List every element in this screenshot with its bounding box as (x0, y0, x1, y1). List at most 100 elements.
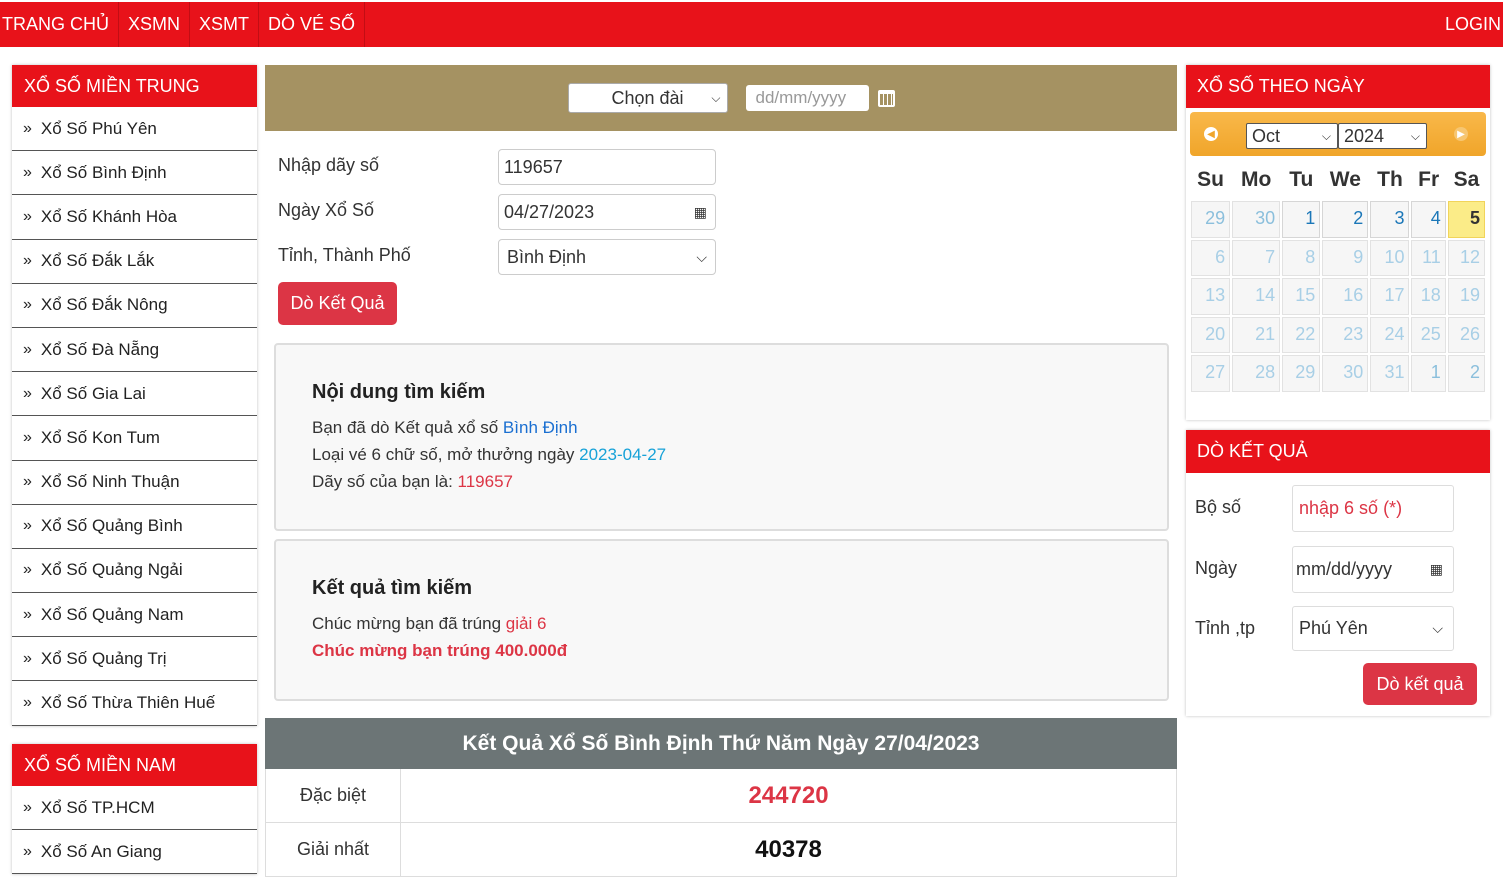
calendar-day[interactable]: 2 (1322, 201, 1369, 238)
prize-name: giải 6 (505, 614, 547, 633)
sidebar-item[interactable]: » Xổ Số An Giang (12, 830, 257, 875)
month-select[interactable]: Oct ⌵ (1246, 123, 1338, 149)
calendar-day[interactable]: 1 (1411, 355, 1446, 392)
prize-number: 40378 (755, 835, 822, 863)
calendar-day[interactable]: 25 (1411, 316, 1446, 354)
calendar-day[interactable]: 29 (1191, 201, 1231, 238)
text: Loại vé 6 chữ số, mở thưởng ngày (312, 445, 580, 464)
year-select[interactable]: 2024 ⌵ (1338, 123, 1427, 149)
calendar-day[interactable]: 30 (1322, 355, 1369, 392)
nav-home[interactable]: TRANG CHỦ (0, 2, 119, 47)
raquo-icon: » (23, 252, 32, 270)
weekday-label: Th (1377, 168, 1403, 191)
sidebar-item-label: Xổ Số Thừa Thiên Huế (40, 693, 216, 713)
number-input[interactable]: 119657 (498, 149, 716, 185)
calendar-icon[interactable]: ▦ (694, 204, 707, 221)
raquo-icon: » (23, 605, 32, 623)
calendar-day[interactable]: 7 (1232, 239, 1281, 277)
sidebar-item-label: Xổ Số Quảng Trị (40, 648, 167, 668)
raquo-icon: » (23, 517, 32, 535)
quick-check-submit[interactable]: Dò kết quả (1363, 663, 1477, 705)
next-month-icon[interactable]: ▶ (1454, 127, 1468, 141)
province-select[interactable]: Bình Định ⌵ (498, 239, 716, 275)
calendar-day[interactable]: 17 (1370, 278, 1410, 315)
sidebar-item[interactable]: » Xổ Số Quảng Bình (12, 505, 257, 549)
sidebar-item-label: Xổ Số Quảng Bình (40, 516, 183, 536)
province-label: Tỉnh ,tp (1195, 618, 1256, 638)
station-select[interactable]: Chọn đài ⌵ (567, 83, 728, 113)
calendar-day[interactable]: 4 (1411, 201, 1446, 238)
weekday-label: Fr (1418, 168, 1440, 191)
raquo-icon: » (23, 428, 32, 446)
calendar-icon[interactable] (877, 89, 895, 107)
calendar-day[interactable]: 5 (1447, 201, 1485, 238)
sidebar-item[interactable]: » Xổ Số Khánh Hòa (12, 195, 257, 240)
sidebar-item-label: Xổ Số Gia Lai (40, 383, 146, 403)
raquo-icon: » (23, 340, 32, 358)
date-input[interactable]: 04/27/2023 ▦ (498, 194, 716, 230)
prev-month-icon[interactable]: ◀ (1204, 127, 1218, 141)
calendar-day[interactable]: 24 (1370, 316, 1410, 354)
calendar-week: 29 30 1 2 3 4 5 (1190, 200, 1486, 239)
sidebar-item[interactable]: » Xổ Số Quảng Trị (12, 637, 257, 682)
nav-xsmn[interactable]: XSMN (119, 2, 191, 47)
number-set-input[interactable]: nhập 6 số (*) (1292, 485, 1454, 532)
calendar-day[interactable]: 6 (1191, 239, 1231, 277)
sidebar-item[interactable]: » Xổ Số Bình Định (12, 151, 257, 196)
sidebar-item[interactable]: » Xổ Số Đắk Nông (12, 284, 257, 328)
sidebar-item[interactable]: » Xổ Số Quảng Nam (12, 593, 257, 638)
weekday-label: Su (1197, 168, 1224, 191)
calendar-day[interactable]: 19 (1447, 278, 1485, 315)
sidebar-item[interactable]: » Xổ Số Gia Lai (12, 372, 257, 417)
raquo-icon: » (23, 207, 32, 225)
quick-province-value: Phú Yên (1299, 618, 1368, 638)
sidebar-item[interactable]: » Xổ Số Quảng Ngải (12, 549, 257, 594)
sidebar-item[interactable]: » Xổ Số Phú Yên (12, 107, 257, 152)
sidebar-item[interactable]: » Xổ Số Kon Tum (12, 416, 257, 461)
quick-province-select[interactable]: Phú Yên ⌵ (1292, 606, 1454, 651)
calendar-day[interactable]: 23 (1322, 316, 1369, 354)
station-select-value: Chọn đài (611, 87, 684, 108)
calendar-day[interactable]: 20 (1191, 316, 1231, 354)
sidebar-item[interactable]: » Xổ Số TP.HCM (12, 786, 257, 831)
calendar-day[interactable]: 28 (1232, 355, 1281, 392)
draw-date: 2023-04-27 (579, 445, 667, 464)
calendar-day[interactable]: 18 (1411, 278, 1446, 315)
submit-button[interactable]: Dò Kết Quả (278, 282, 397, 325)
calendar-day[interactable]: 10 (1370, 239, 1410, 277)
calendar-day[interactable]: 29 (1282, 355, 1321, 392)
calendar-day[interactable]: 2 (1447, 355, 1485, 392)
nav-do-ve-so[interactable]: DÒ VÉ SỐ (259, 2, 366, 47)
calendar-day[interactable]: 8 (1282, 239, 1321, 277)
calendar-day[interactable]: 31 (1370, 355, 1410, 392)
sidebar-item-label: Xổ Số Đắk Nông (40, 295, 168, 315)
date-filter-input[interactable]: dd/mm/yyyy (745, 85, 869, 111)
calendar-day[interactable]: 9 (1322, 239, 1369, 277)
nav-xsmt[interactable]: XSMT (190, 2, 260, 47)
calendar-day[interactable]: 3 (1370, 201, 1410, 238)
calendar-icon[interactable]: ▦ (1430, 561, 1443, 578)
calendar-day[interactable]: 21 (1232, 316, 1281, 354)
quick-date-input[interactable]: mm/dd/yyyy ▦ (1292, 546, 1454, 593)
calendar-day[interactable]: 15 (1282, 278, 1321, 315)
raquo-icon: » (23, 649, 32, 667)
sidebar-item-label: Xổ Số Bình Định (40, 162, 167, 182)
calendar-day[interactable]: 12 (1447, 239, 1485, 277)
calendar-day[interactable]: 11 (1411, 239, 1446, 277)
sidebar-item[interactable]: » Xổ Số Ninh Thuận (12, 461, 257, 505)
province-label: Tỉnh, Thành Phố (278, 245, 411, 265)
calendar-day[interactable]: 26 (1447, 316, 1485, 354)
calendar-day[interactable]: 13 (1191, 278, 1231, 315)
sidebar-item[interactable]: » Xổ Số Thừa Thiên Huế (12, 681, 257, 726)
sidebar-item[interactable]: » Xổ Số Đà Nẵng (12, 328, 257, 373)
sidebar-item[interactable]: » Xổ Số Đắk Lắk (12, 240, 257, 284)
calendar-day[interactable]: 1 (1282, 201, 1321, 238)
calendar-day[interactable]: 16 (1322, 278, 1369, 315)
login-link[interactable]: LOGIN (1436, 2, 1503, 47)
calendar-day[interactable]: 27 (1191, 355, 1231, 392)
calendar-day[interactable]: 14 (1232, 278, 1281, 315)
calendar-day[interactable]: 22 (1282, 316, 1321, 354)
calendar-day[interactable]: 30 (1232, 201, 1281, 238)
year-select-value: 2024 (1344, 125, 1385, 146)
raquo-icon: » (23, 842, 32, 860)
